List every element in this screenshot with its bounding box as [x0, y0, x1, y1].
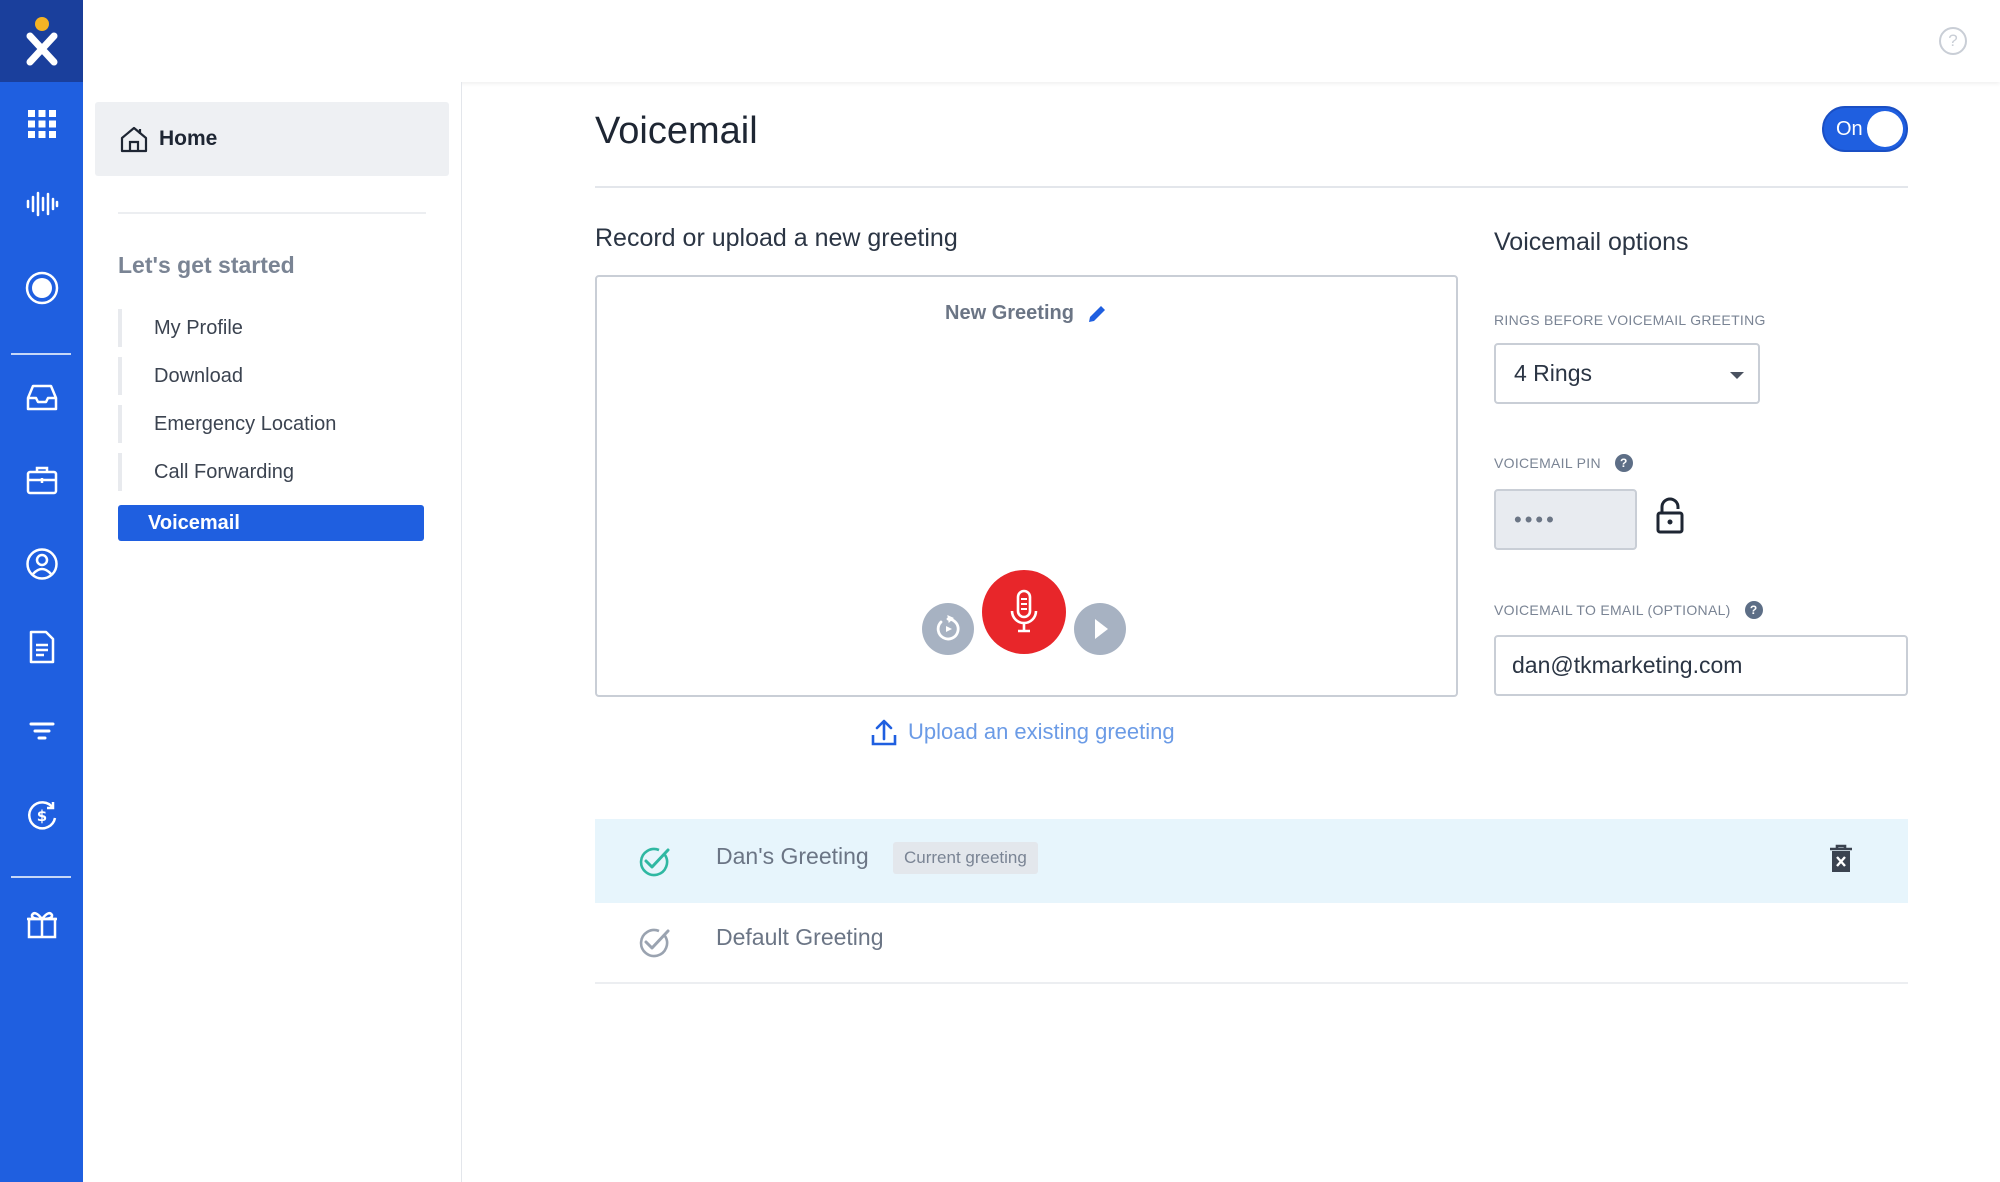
play-button[interactable] — [1074, 603, 1126, 655]
nav-item-label: Download — [154, 364, 243, 387]
title-divider — [595, 186, 1908, 188]
nav-item-indicator — [118, 309, 122, 347]
nav-item-label: My Profile — [154, 316, 243, 339]
nav-item-voicemail[interactable]: Voicemail — [118, 505, 424, 541]
selected-check-icon[interactable] — [637, 845, 671, 877]
nav-item-indicator — [118, 357, 122, 395]
nav-item-label: Voicemail — [148, 511, 240, 534]
upload-label: Upload an existing greeting — [908, 719, 1175, 744]
email-help-icon[interactable]: ? — [1744, 601, 1763, 619]
greeting-name: Default Greeting — [716, 924, 884, 950]
pin-label-text: VOICEMAIL PIN — [1494, 455, 1601, 471]
nav-item-indicator — [118, 453, 122, 491]
record-button[interactable] — [982, 570, 1066, 654]
voicemail-toggle[interactable]: On — [1822, 106, 1908, 152]
rings-label: RINGS BEFORE VOICEMAIL GREETING — [1494, 312, 1766, 328]
rail-divider — [11, 876, 71, 878]
play-icon — [1095, 619, 1108, 639]
edit-pencil-icon[interactable] — [1086, 303, 1108, 325]
nav-item-emergency-location[interactable]: Emergency Location — [118, 405, 424, 443]
pin-help-icon[interactable]: ? — [1614, 454, 1633, 472]
briefcase-icon[interactable] — [0, 450, 83, 510]
chevron-down-icon — [1730, 372, 1744, 379]
rings-label-text: RINGS BEFORE VOICEMAIL GREETING — [1494, 312, 1766, 328]
reset-recording-button[interactable] — [922, 603, 974, 655]
nav-item-label: Emergency Location — [154, 412, 337, 435]
email-label-text: VOICEMAIL TO EMAIL (OPTIONAL) — [1494, 602, 1731, 618]
page-title: Voicemail — [595, 110, 758, 152]
toggle-knob — [1867, 111, 1903, 147]
svg-text:$: $ — [36, 807, 46, 825]
email-label: VOICEMAIL TO EMAIL (OPTIONAL) ? — [1494, 601, 1763, 619]
nav-item-label: Call Forwarding — [154, 460, 295, 483]
current-greeting-badge: Current greeting — [893, 842, 1038, 874]
billing-icon[interactable]: $ — [0, 785, 83, 845]
home-icon — [120, 126, 148, 153]
app-rail: $ — [0, 0, 83, 1182]
nav-item-call-forwarding[interactable]: Call Forwarding — [118, 453, 424, 491]
nav-item-my-profile[interactable]: My Profile — [118, 309, 424, 347]
filter-icon[interactable] — [0, 701, 83, 761]
home-label: Home — [159, 127, 218, 150]
greeting-recorder: New Greeting — [595, 275, 1458, 697]
help-button[interactable]: ? — [1939, 27, 1967, 55]
inbox-icon[interactable] — [0, 367, 83, 427]
rail-divider — [11, 353, 71, 355]
top-header: ? D — [83, 0, 2000, 82]
home-button[interactable]: Home — [95, 102, 449, 176]
rings-select[interactable]: 4 Rings — [1494, 343, 1760, 404]
side-navigation: Home Let's get started My Profile Downlo… — [83, 82, 462, 1182]
upload-icon — [871, 719, 897, 746]
lock-icon[interactable] — [1655, 497, 1685, 535]
nav-section-heading: Let's get started — [118, 252, 295, 278]
status-circle-icon[interactable] — [0, 258, 83, 318]
contacts-icon[interactable] — [0, 534, 83, 594]
microphone-icon — [1010, 589, 1038, 633]
nav-divider — [118, 212, 426, 214]
recorder-section-title: Record or upload a new greeting — [595, 224, 958, 252]
options-section-title: Voicemail options — [1494, 228, 1689, 256]
document-icon[interactable] — [0, 617, 83, 677]
greeting-name-row: New Greeting — [597, 302, 1456, 325]
upload-greeting-link[interactable]: Upload an existing greeting — [870, 717, 1175, 747]
nav-item-download[interactable]: Download — [118, 357, 424, 395]
nextiva-x-logo-icon — [26, 17, 57, 66]
apps-grid-icon[interactable] — [0, 94, 83, 154]
pin-label: VOICEMAIL PIN ? — [1494, 454, 1633, 472]
delete-icon[interactable] — [1828, 843, 1854, 875]
reset-icon — [936, 615, 960, 641]
voice-waveform-icon[interactable] — [0, 174, 83, 234]
nextiva-logo[interactable] — [0, 0, 83, 82]
greeting-name: Dan's Greeting — [716, 843, 869, 869]
voicemail-email-input[interactable] — [1494, 635, 1908, 696]
greeting-row[interactable]: Dan's Greeting Current greeting — [595, 819, 1908, 903]
greeting-name: New Greeting — [945, 302, 1074, 324]
toggle-label: On — [1836, 118, 1863, 140]
gift-icon[interactable] — [0, 893, 83, 953]
rings-value: 4 Rings — [1514, 360, 1592, 386]
pin-field[interactable]: •••• — [1494, 489, 1637, 550]
nav-item-indicator — [118, 405, 122, 443]
unselected-check-icon[interactable] — [637, 926, 671, 958]
greeting-row[interactable]: Default Greeting — [595, 900, 1908, 984]
